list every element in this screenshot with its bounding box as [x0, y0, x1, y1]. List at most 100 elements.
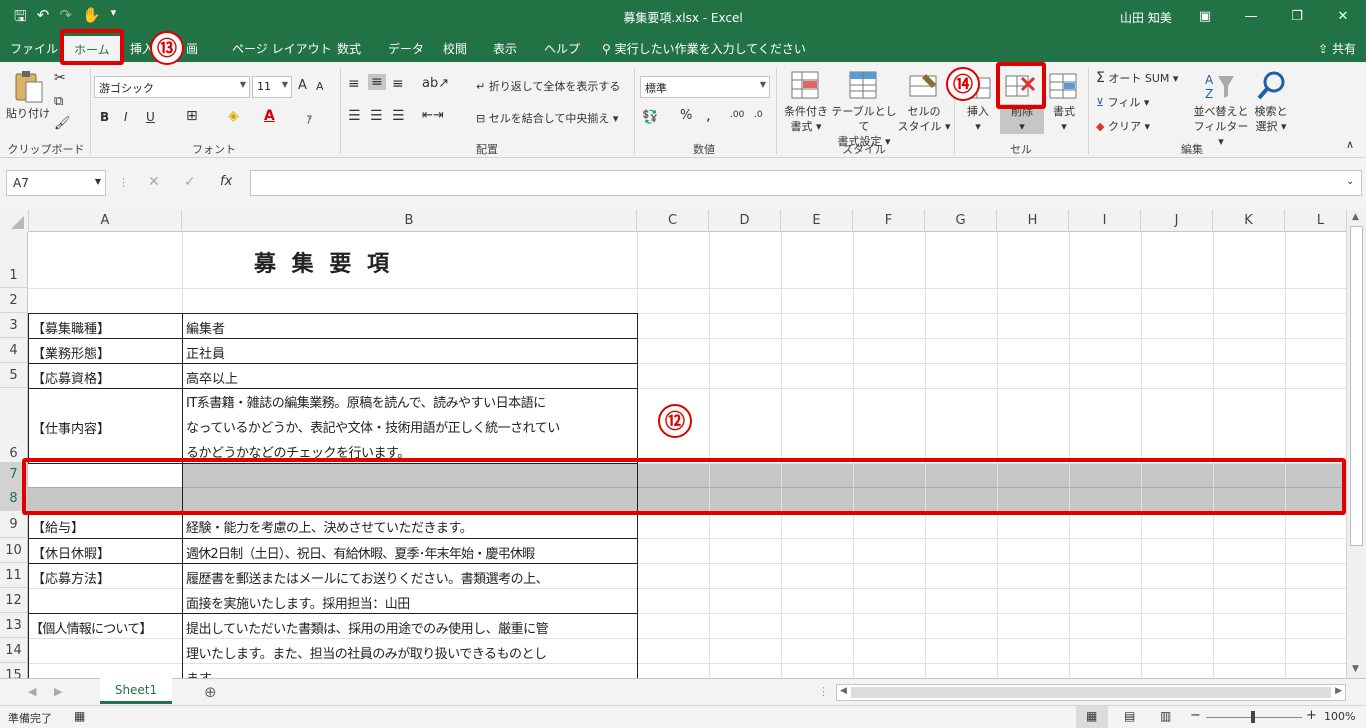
fill-button[interactable]: ⊻ フィル ▾ — [1096, 94, 1149, 110]
autosum-button[interactable]: Σ オート SUM ▾ — [1096, 70, 1178, 86]
tab-help[interactable]: ヘルプ — [544, 40, 580, 57]
paste-button[interactable]: 貼り付け — [4, 106, 52, 121]
minimize-icon[interactable]: — — [1228, 0, 1274, 34]
zoom-out-icon[interactable]: − — [1190, 708, 1201, 723]
tab-file[interactable]: ファイル — [10, 40, 58, 57]
col-header-h[interactable]: H — [997, 210, 1069, 232]
normal-view-icon[interactable]: ▦ — [1086, 709, 1097, 723]
scroll-left-icon[interactable]: ◀ — [840, 686, 847, 696]
zoom-level[interactable]: 100% — [1324, 710, 1355, 723]
border-icon[interactable]: ⊞ — [186, 108, 198, 124]
conditional-format-button[interactable]: 条件付き 書式 ▾ — [778, 104, 834, 134]
paste-icon[interactable] — [12, 70, 44, 103]
split-handle-icon[interactable]: ⋮ — [818, 685, 829, 698]
comma-button[interactable]: , — [706, 106, 711, 124]
col-header-c[interactable]: C — [637, 210, 709, 232]
sort-filter-icon[interactable]: AZ — [1204, 70, 1236, 102]
align-left-icon[interactable]: ☰ — [348, 108, 361, 124]
font-size-select[interactable]: 11 ▼ — [252, 76, 292, 98]
font-color-icon[interactable]: A — [264, 108, 275, 124]
indent-icon[interactable]: ⇤⇥ — [422, 108, 444, 123]
zoom-slider-thumb[interactable] — [1251, 711, 1255, 723]
wrap-text-button[interactable]: ↵ 折り返して全体を表示する — [476, 78, 620, 94]
tell-me-box[interactable]: ⚲ 実行したい作業を入力してください — [602, 40, 806, 57]
name-box[interactable]: A7 ▼ — [6, 170, 106, 196]
insert-function-button[interactable]: fx — [220, 174, 232, 189]
row-header-15[interactable]: 15 — [0, 663, 28, 678]
scroll-right-icon[interactable]: ▶ — [1335, 686, 1342, 696]
row-header-13[interactable]: 13 — [0, 613, 28, 638]
col-header-f[interactable]: F — [853, 210, 925, 232]
scroll-up-icon[interactable]: ▲ — [1352, 212, 1359, 222]
col-header-b[interactable]: B — [182, 210, 637, 232]
align-bottom-icon[interactable]: ≡ — [392, 76, 404, 92]
row-header-1[interactable]: 1 — [0, 232, 28, 288]
col-header-d[interactable]: D — [709, 210, 781, 232]
currency-icon[interactable]: 💱 — [642, 110, 658, 125]
grow-font-button[interactable]: A — [298, 78, 307, 93]
cell-styles-icon[interactable] — [908, 70, 940, 102]
col-header-j[interactable]: J — [1141, 210, 1213, 232]
col-header-k[interactable]: K — [1213, 210, 1285, 232]
align-right-icon[interactable]: ☰ — [392, 108, 405, 124]
tab-formulas[interactable]: 数式 — [337, 40, 361, 57]
collapse-ribbon-icon[interactable]: ∧ — [1346, 138, 1354, 151]
row-header-12[interactable]: 12 — [0, 588, 28, 613]
expand-formula-icon[interactable]: ⌄ — [1346, 176, 1354, 187]
align-middle-icon[interactable]: ≡ — [368, 74, 386, 90]
tab-view[interactable]: 表示 — [493, 40, 517, 57]
clear-button[interactable]: ◆ クリア ▾ — [1096, 118, 1150, 134]
user-name[interactable]: 山田 知美 — [1120, 9, 1172, 26]
font-name-select[interactable]: 游ゴシック ▼ — [94, 76, 250, 98]
row-header-10[interactable]: 10 — [0, 538, 28, 563]
find-select-icon[interactable] — [1256, 70, 1288, 102]
scroll-down-icon[interactable]: ▼ — [1352, 664, 1359, 674]
copy-icon[interactable]: ⧉ — [54, 94, 63, 109]
tab-data[interactable]: データ — [388, 40, 424, 57]
restore-icon[interactable]: ❐ — [1274, 0, 1320, 34]
cancel-icon[interactable]: ✕ — [148, 174, 160, 190]
row-header-3[interactable]: 3 — [0, 313, 28, 338]
underline-button[interactable]: U — [146, 110, 155, 124]
zoom-in-icon[interactable]: + — [1306, 708, 1317, 723]
row-header-11[interactable]: 11 — [0, 563, 28, 588]
share-button[interactable]: ⇪ 共有 — [1318, 40, 1356, 57]
bold-button[interactable]: B — [100, 110, 109, 124]
format-painter-icon[interactable]: 🖌 — [54, 116, 71, 131]
number-format-select[interactable]: 標準 ▼ — [640, 76, 770, 98]
page-layout-view-icon[interactable]: ▤ — [1124, 709, 1135, 723]
add-sheet-icon[interactable]: ⊕ — [204, 683, 217, 701]
percent-button[interactable]: % — [680, 108, 692, 123]
format-as-table-icon[interactable] — [848, 70, 880, 102]
decrease-decimal-icon[interactable]: .0 — [754, 110, 763, 120]
macro-record-icon[interactable]: ▦ — [74, 709, 85, 723]
prev-sheet-icon[interactable]: ◀ — [28, 685, 36, 698]
col-header-a[interactable]: A — [29, 210, 182, 232]
row-header-9[interactable]: 9 — [0, 511, 28, 538]
merge-center-button[interactable]: ⊟ セルを結合して中央揃え ▾ — [476, 110, 618, 126]
phonetic-icon[interactable]: ｧ — [306, 108, 313, 127]
find-select-button[interactable]: 検索と 選択 ▾ — [1246, 104, 1296, 134]
row-header-14[interactable]: 14 — [0, 638, 28, 663]
formula-input[interactable] — [250, 170, 1362, 196]
insert-cells-button[interactable]: 挿入 ▾ — [956, 104, 1000, 134]
italic-button[interactable]: I — [124, 110, 128, 124]
horizontal-scrollbar[interactable]: ◀ ▶ — [836, 684, 1346, 701]
col-header-i[interactable]: I — [1069, 210, 1141, 232]
format-cells-icon[interactable] — [1048, 70, 1080, 102]
orientation-icon[interactable]: ab↗ — [422, 76, 449, 91]
increase-decimal-icon[interactable]: .00 — [730, 110, 744, 120]
sheet-tab-sheet1[interactable]: Sheet1 — [100, 678, 172, 704]
cell-styles-button[interactable]: セルの スタイル ▾ — [896, 104, 952, 134]
vertical-scrollbar[interactable]: ▲ ▼ — [1346, 210, 1366, 678]
shrink-font-button[interactable]: A — [316, 80, 324, 93]
format-cells-button[interactable]: 書式 ▾ — [1042, 104, 1086, 134]
cut-icon[interactable]: ✂ — [54, 70, 66, 86]
align-center-icon[interactable]: ☰ — [370, 108, 383, 124]
select-all-corner[interactable] — [0, 210, 29, 232]
horizontal-scroll-thumb[interactable] — [851, 687, 1331, 698]
row-header-5[interactable]: 5 — [0, 363, 28, 388]
col-header-e[interactable]: E — [781, 210, 853, 232]
fill-color-icon[interactable]: ◈ — [228, 108, 239, 124]
ribbon-display-icon[interactable]: ▣ — [1182, 0, 1228, 34]
